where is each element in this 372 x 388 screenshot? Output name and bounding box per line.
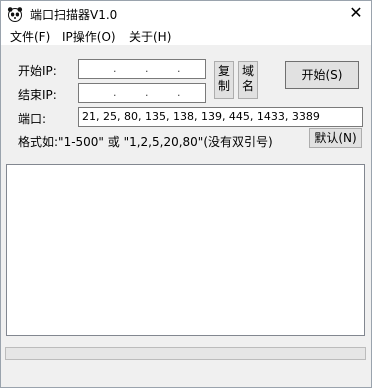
- ip-separator: .: [145, 86, 149, 99]
- copy-button[interactable]: 复制: [214, 61, 234, 99]
- progress-bar: [5, 347, 366, 360]
- ip-separator: .: [177, 86, 181, 99]
- title-bar: 端口扫描器V1.0 ✕: [1, 1, 371, 25]
- panda-icon: [7, 7, 23, 22]
- domain-button[interactable]: 域名: [238, 61, 258, 99]
- ip-separator: .: [113, 86, 117, 99]
- menu-about[interactable]: 关于(H): [129, 28, 171, 45]
- main-window: 端口扫描器V1.0 ✕ 文件(F) IP操作(O) 关于(H) 开始IP: . …: [0, 0, 372, 388]
- ip-separator: .: [177, 62, 181, 75]
- ip-separator: .: [145, 62, 149, 75]
- start-ip-label: 开始IP:: [18, 64, 57, 78]
- copy-button-label: 复制: [218, 64, 231, 93]
- port-input[interactable]: 21, 25, 80, 135, 138, 139, 445, 1433, 33…: [78, 107, 363, 127]
- menu-ip-ops[interactable]: IP操作(O): [62, 28, 116, 45]
- default-button[interactable]: 默认(N): [309, 128, 362, 148]
- end-ip-label: 结束IP:: [18, 88, 57, 102]
- format-hint: 格式如:"1-500" 或 "1,2,5,20,80"(没有双引号): [18, 135, 273, 149]
- menu-file[interactable]: 文件(F): [10, 28, 50, 45]
- end-ip-input[interactable]: . . .: [78, 83, 206, 103]
- status-bar: [1, 363, 371, 387]
- menu-bar: 文件(F) IP操作(O) 关于(H): [1, 25, 371, 46]
- port-label: 端口:: [18, 112, 47, 126]
- start-ip-input[interactable]: . . .: [78, 59, 206, 79]
- results-list[interactable]: [6, 164, 365, 336]
- close-button[interactable]: ✕: [341, 1, 371, 25]
- ip-separator: .: [113, 62, 117, 75]
- start-button[interactable]: 开始(S): [285, 61, 359, 89]
- domain-button-label: 域名: [242, 64, 255, 93]
- window-title: 端口扫描器V1.0: [30, 8, 118, 22]
- close-icon: ✕: [349, 3, 363, 22]
